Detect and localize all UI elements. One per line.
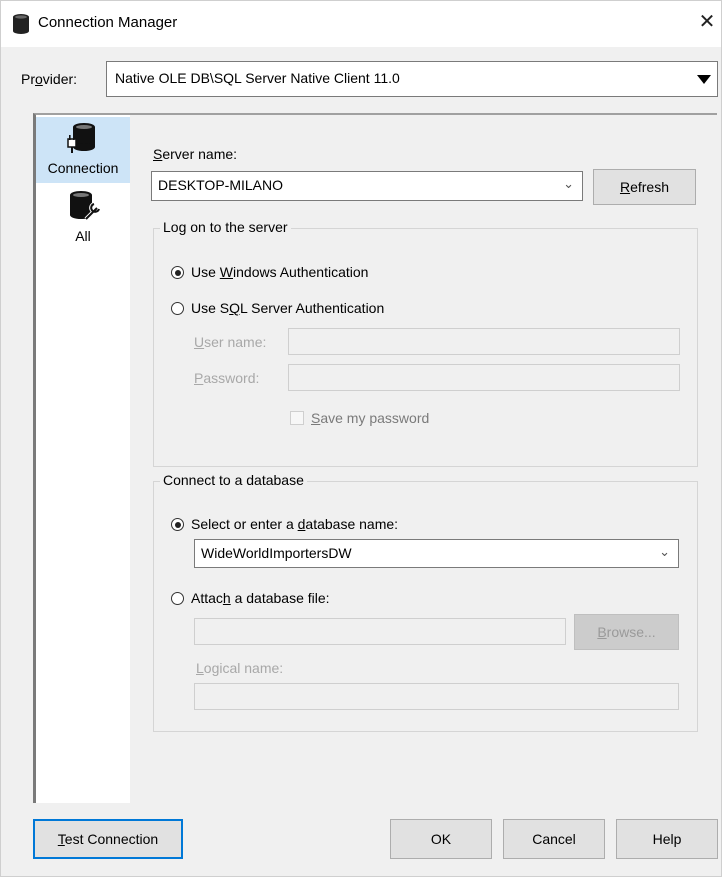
database-wrench-icon: [70, 191, 101, 221]
title-bar: Connection Manager ✕: [1, 1, 721, 47]
server-name-label: Server name:: [153, 146, 238, 162]
divider: [127, 113, 717, 115]
database-group-title: Connect to a database: [160, 472, 307, 488]
password-label: Password:: [194, 370, 260, 386]
logon-group-title: Log on to the server: [160, 219, 291, 235]
cancel-button[interactable]: Cancel: [503, 819, 605, 859]
select-database-label[interactable]: Select or enter a database name:: [191, 516, 398, 532]
logical-name-input[interactable]: [194, 683, 679, 710]
provider-label: Provider:: [21, 71, 78, 87]
logical-name-label: Logical name:: [196, 660, 284, 676]
chevron-down-icon[interactable]: ⌄: [659, 544, 670, 560]
select-database-radio[interactable]: [171, 518, 184, 531]
provider-dropdown[interactable]: Native OLE DB\SQL Server Native Client 1…: [106, 61, 718, 97]
windows-auth-radio[interactable]: [171, 266, 184, 279]
chevron-down-icon[interactable]: ⌄: [563, 176, 574, 192]
sidebar-item-connection[interactable]: Connection: [36, 117, 130, 183]
database-name-value: WideWorldImportersDW: [201, 545, 352, 561]
attach-file-radio[interactable]: [171, 592, 184, 605]
database-icon: [13, 14, 29, 34]
page-selector-sidebar: Connection All: [33, 113, 130, 803]
sidebar-item-all[interactable]: All: [36, 189, 130, 253]
save-password-checkbox[interactable]: [290, 411, 304, 425]
username-label: User name:: [194, 334, 267, 350]
test-connection-button[interactable]: Test Connection: [33, 819, 183, 859]
database-plug-icon: [67, 123, 95, 153]
server-name-value: DESKTOP-MILANO: [158, 177, 283, 193]
help-button[interactable]: Help: [616, 819, 718, 859]
password-input[interactable]: [288, 364, 680, 391]
save-password-label[interactable]: Save my password: [311, 410, 429, 426]
database-file-input[interactable]: [194, 618, 566, 645]
window-title: Connection Manager: [38, 14, 178, 31]
close-button[interactable]: ✕: [695, 11, 719, 35]
server-name-combobox[interactable]: DESKTOP-MILANO ⌄: [151, 171, 583, 201]
sidebar-item-label: Connection: [47, 160, 119, 176]
database-name-combobox[interactable]: WideWorldImportersDW ⌄: [194, 539, 679, 568]
browse-button[interactable]: Browse...: [574, 614, 679, 650]
connection-manager-dialog: Connection Manager ✕ Provider: Native OL…: [0, 0, 722, 877]
sql-auth-radio[interactable]: [171, 302, 184, 315]
username-input[interactable]: [288, 328, 680, 355]
provider-value: Native OLE DB\SQL Server Native Client 1…: [115, 70, 400, 86]
windows-auth-label[interactable]: Use Windows Authentication: [191, 264, 368, 280]
ok-button[interactable]: OK: [390, 819, 492, 859]
dropdown-arrow-icon[interactable]: [697, 75, 711, 84]
sql-auth-label[interactable]: Use SQL Server Authentication: [191, 300, 384, 316]
sidebar-item-label: All: [75, 228, 91, 244]
attach-file-label[interactable]: Attach a database file:: [191, 590, 330, 606]
refresh-button[interactable]: Refresh: [593, 169, 696, 205]
